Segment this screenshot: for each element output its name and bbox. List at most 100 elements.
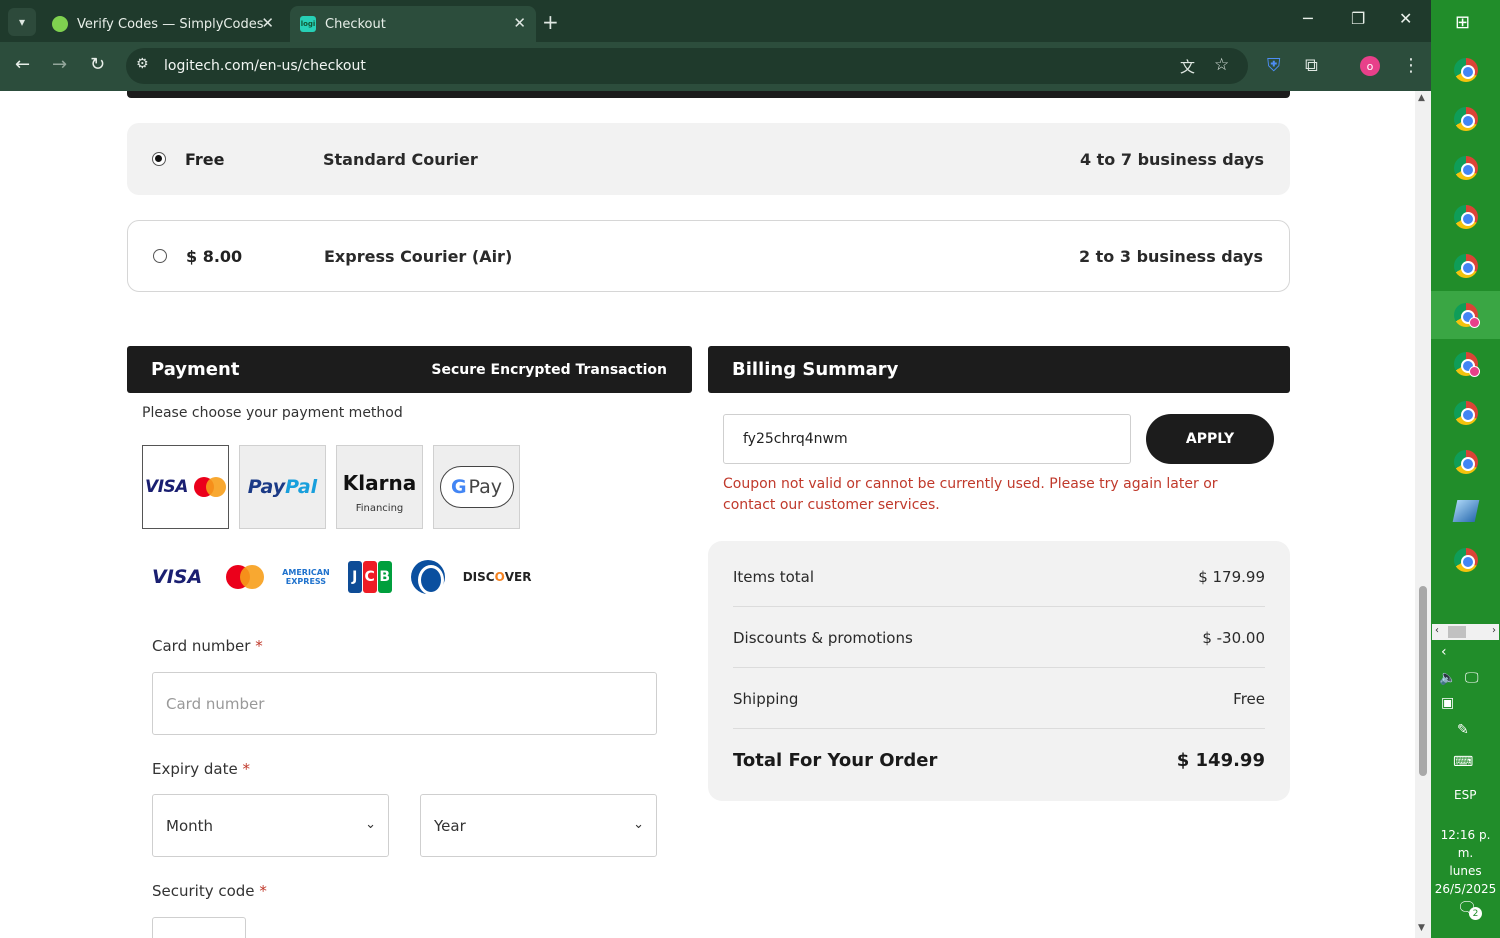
taskbar-chrome-window[interactable]: [1431, 193, 1500, 241]
payment-method-klarna[interactable]: Klarna Financing: [336, 445, 423, 529]
new-tab-button[interactable]: +: [542, 10, 559, 34]
reload-icon[interactable]: ↻: [90, 54, 105, 75]
expiry-month-select[interactable]: Month ⌄: [152, 794, 389, 857]
summary-value: Free: [1233, 689, 1265, 708]
network-icon[interactable]: 🖵: [1465, 670, 1479, 686]
tab-title: Checkout: [325, 16, 386, 32]
close-tab-icon[interactable]: ✕: [261, 14, 274, 32]
taskbar-chrome-window[interactable]: [1431, 389, 1500, 437]
taskbar-chrome-window[interactable]: [1431, 438, 1500, 486]
payment-method-paypal[interactable]: PayPal: [239, 445, 326, 529]
tab-verify-codes[interactable]: Verify Codes — SimplyCodes ✕: [42, 6, 284, 42]
card-number-input[interactable]: Card number: [152, 672, 657, 735]
tab-checkout[interactable]: logi Checkout ✕: [290, 6, 536, 42]
required-mark: *: [242, 760, 250, 778]
clock-day: lunes: [1449, 864, 1482, 878]
extensions-puzzle-icon[interactable]: ⧉: [1305, 55, 1318, 76]
required-mark: *: [255, 637, 263, 655]
system-clock[interactable]: 12:16 p. m. lunes 26/5/2025: [1431, 826, 1500, 898]
site-info-icon[interactable]: ⚙: [136, 56, 149, 72]
shipping-price: Free: [185, 149, 225, 169]
shipping-header-edge: [127, 91, 1290, 98]
coupon-code-input[interactable]: fy25chrq4nwm: [723, 414, 1131, 464]
close-window-icon[interactable]: ✕: [1399, 9, 1412, 28]
profile-badge-icon: [1469, 317, 1480, 328]
discover-text: DISC: [462, 570, 495, 584]
payment-method-google-pay[interactable]: G Pay: [433, 445, 520, 529]
payment-method-card[interactable]: VISA: [142, 445, 229, 529]
secure-transaction-label: Secure Encrypted Transaction: [431, 361, 667, 378]
shield-extension-icon[interactable]: ⛨: [1267, 55, 1281, 76]
scroll-right-icon[interactable]: ›: [1492, 625, 1496, 636]
forward-icon[interactable]: →: [52, 54, 67, 75]
shipping-radio[interactable]: [153, 249, 167, 263]
tab-search-button[interactable]: ▾: [8, 8, 36, 36]
taskbar-chrome-window[interactable]: [1431, 46, 1500, 94]
translate-icon[interactable]: 文: [1180, 56, 1195, 77]
security-code-input[interactable]: [152, 917, 246, 938]
mastercard-brand-icon: [226, 565, 265, 589]
billing-summary-header: Billing Summary: [708, 346, 1290, 393]
scrollbar-thumb[interactable]: [1419, 586, 1427, 776]
month-select-value: Month: [166, 816, 214, 835]
shipping-option-express[interactable]: $ 8.00 Express Courier (Air) 2 to 3 busi…: [127, 220, 1290, 292]
visa-brand-icon: VISA: [152, 566, 203, 588]
clock-time: 12:16 p. m.: [1440, 828, 1491, 860]
taskbar-scroll-thumb[interactable]: [1448, 626, 1466, 638]
jcb-c: C: [362, 561, 377, 593]
discover-brand-icon: DISC O VER: [463, 570, 532, 584]
taskbar-scrollbar[interactable]: ‹ ›: [1432, 624, 1499, 640]
apply-coupon-button[interactable]: APPLY: [1146, 414, 1274, 464]
page-scrollbar[interactable]: ▲ ▼: [1415, 91, 1431, 938]
meet-now-icon[interactable]: ▣: [1441, 695, 1454, 711]
pen-icon[interactable]: ✎: [1457, 722, 1469, 738]
language-indicator[interactable]: ESP: [1454, 788, 1476, 802]
shipping-radio-selected[interactable]: [152, 152, 166, 166]
expiry-year-select[interactable]: Year ⌄: [420, 794, 657, 857]
scroll-down-arrow-icon[interactable]: ▼: [1418, 923, 1425, 933]
taskbar-chrome-window[interactable]: [1431, 340, 1500, 388]
url-text[interactable]: logitech.com/en-us/checkout: [164, 58, 366, 74]
minimize-icon[interactable]: ─: [1303, 9, 1313, 28]
chevron-down-icon: ⌄: [365, 817, 376, 832]
paypal-logo-pal: Pal: [285, 476, 318, 498]
app-window-icon: [1452, 500, 1479, 522]
taskbar-app-window[interactable]: [1431, 487, 1500, 535]
chrome-icon: [1453, 58, 1478, 82]
chrome-icon: [1453, 548, 1478, 572]
summary-value: $ 179.99: [1198, 567, 1265, 586]
summary-label: Shipping: [733, 689, 799, 708]
visa-logo: VISA: [145, 477, 188, 497]
shipping-days: 4 to 7 business days: [1079, 149, 1264, 169]
taskbar-chrome-window[interactable]: [1431, 144, 1500, 192]
scroll-left-icon[interactable]: ‹: [1435, 625, 1439, 636]
taskbar-chrome-window[interactable]: [1431, 242, 1500, 290]
google-g-icon: G: [450, 476, 467, 498]
taskbar-chrome-window[interactable]: [1431, 536, 1500, 584]
amex-line1: AMERICAN: [282, 568, 330, 577]
volume-icon[interactable]: 🔈: [1439, 670, 1456, 686]
amex-line2: EXPRESS: [285, 577, 327, 586]
show-hidden-icons-chevron-icon[interactable]: ‹: [1441, 644, 1447, 660]
chrome-icon: [1453, 401, 1478, 425]
taskbar-chrome-window-active[interactable]: [1431, 291, 1500, 339]
close-tab-icon[interactable]: ✕: [513, 14, 526, 32]
back-icon[interactable]: ←: [15, 54, 30, 75]
total-label: Total For Your Order: [733, 749, 938, 771]
year-select-value: Year: [434, 816, 466, 835]
browser-tab-bar: ▾ Verify Codes — SimplyCodes ✕ logi Chec…: [0, 0, 1431, 42]
touch-keyboard-icon[interactable]: ⌨: [1453, 754, 1473, 770]
klarna-logo: Klarna: [342, 470, 417, 495]
coupon-error-message: Coupon not valid or cannot be currently …: [723, 476, 1218, 513]
taskbar-chrome-window[interactable]: [1431, 95, 1500, 143]
scroll-up-arrow-icon[interactable]: ▲: [1418, 93, 1425, 103]
browser-toolbar: ← → ↻ ⚙ logitech.com/en-us/checkout 文 ☆ …: [0, 42, 1431, 91]
menu-kebab-icon[interactable]: ⋮: [1402, 55, 1420, 76]
restore-icon[interactable]: ❐: [1351, 9, 1365, 28]
discover-o: O: [494, 570, 505, 584]
windows-start-icon[interactable]: ⊞: [1455, 12, 1470, 33]
profile-avatar[interactable]: o: [1360, 56, 1380, 76]
address-bar[interactable]: ⚙ logitech.com/en-us/checkout 文 ☆: [126, 48, 1248, 84]
bookmark-star-icon[interactable]: ☆: [1214, 55, 1229, 75]
shipping-option-standard[interactable]: Free Standard Courier 4 to 7 business da…: [127, 123, 1290, 195]
